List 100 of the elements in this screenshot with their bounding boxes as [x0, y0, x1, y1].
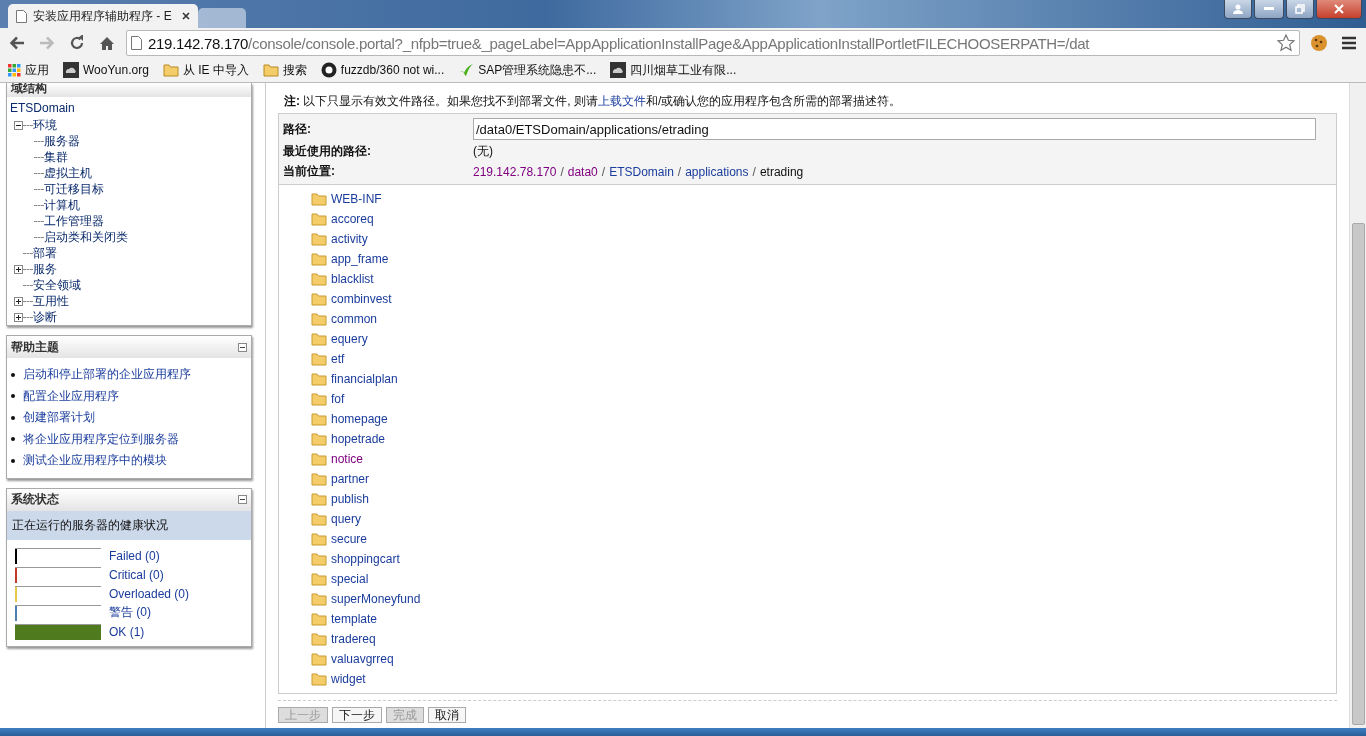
folder-link[interactable]: homepage — [331, 412, 388, 426]
wizard-button[interactable]: 取消 — [428, 707, 466, 723]
folder-link[interactable]: equery — [331, 332, 368, 346]
bookmark[interactable]: fuzzdb/360 not wi... — [320, 62, 445, 78]
status-link[interactable]: OK (1) — [109, 624, 145, 639]
folder-icon — [311, 572, 327, 586]
path-field[interactable]: /data0/ETSDomain/applications/etrading — [473, 118, 1316, 140]
bullet-icon — [11, 437, 15, 442]
status-link[interactable]: Failed (0) — [109, 548, 160, 563]
folder-icon — [162, 63, 179, 77]
folder-icon — [311, 612, 327, 626]
restore-icon — [1295, 4, 1305, 14]
tree-item[interactable]: 诊断 — [33, 308, 57, 326]
status-link[interactable]: Critical (0) — [109, 567, 164, 582]
folder-link[interactable]: publish — [331, 492, 370, 506]
apps-grid-icon — [8, 63, 21, 77]
folder-link[interactable]: common — [331, 312, 377, 326]
folder-link[interactable]: superMoneyfund — [331, 592, 421, 606]
help-link[interactable]: 配置企业应用程序 — [23, 387, 119, 405]
folder-link[interactable]: template — [331, 612, 378, 626]
bookmark[interactable]: 从 IE 中导入 — [162, 61, 249, 79]
help-link[interactable]: 将企业应用程序定位到服务器 — [23, 430, 179, 448]
status-link[interactable]: 警告 (0) — [109, 604, 151, 621]
bookmark[interactable]: 搜索 — [262, 61, 307, 79]
folder-link[interactable]: etf — [331, 352, 345, 366]
maximize-button[interactable] — [1286, 0, 1314, 19]
tree-item[interactable]: 互用性 — [33, 292, 69, 310]
collapse-icon[interactable] — [238, 495, 247, 504]
breadcrumb-link[interactable]: 219.142.78.170 — [473, 164, 557, 179]
folder-link[interactable]: tradereq — [331, 632, 376, 646]
folder-link[interactable]: combinvest — [331, 292, 392, 306]
help-link[interactable]: 启动和停止部署的企业应用程序 — [23, 366, 191, 384]
bookmark[interactable]: 四川烟草工业有限... — [610, 61, 737, 79]
breadcrumb-link[interactable]: applications — [685, 164, 749, 179]
minimize-button[interactable] — [1254, 0, 1284, 19]
status-link[interactable]: Overloaded (0) — [109, 586, 190, 601]
tree-item[interactable]: 集群 — [44, 148, 68, 166]
wizard-button[interactable]: 下一步 — [332, 707, 382, 723]
bookmark[interactable]: WooYun.org — [63, 62, 149, 78]
folder-link[interactable]: notice — [331, 452, 364, 466]
tree-item[interactable]: 环境 — [33, 116, 57, 134]
bookmark[interactable]: 应用 — [8, 61, 49, 79]
help-link[interactable]: 创建部署计划 — [23, 409, 95, 427]
address-field[interactable]: 219.142.78.170/console/console.portal?_nfpb=true&_pageLabel=AppApplicationInstallPage&AppApplicationInstallPortletFILECHOOSERPATH=/dat — [126, 30, 1300, 56]
field-label: 当前位置: — [283, 163, 336, 180]
close-icon[interactable] — [182, 12, 190, 20]
tree-item[interactable]: 服务 — [33, 260, 57, 278]
tree-item[interactable]: 虚拟主机 — [44, 164, 92, 182]
expand-icon[interactable] — [14, 312, 23, 322]
scroll-thumb[interactable] — [1351, 223, 1365, 725]
folder-icon — [311, 672, 327, 686]
browser-tab[interactable]: 安装应用程序辅助程序 - E — [8, 4, 198, 28]
tree-item[interactable]: 部署 — [33, 244, 57, 262]
breadcrumb-separator: / — [601, 164, 606, 179]
folder-icon — [311, 412, 327, 426]
cookie-icon[interactable] — [1308, 34, 1330, 52]
tree-item[interactable]: 启动类和关闭类 — [44, 228, 128, 246]
close-icon — [1334, 4, 1344, 14]
expand-icon[interactable] — [14, 296, 23, 306]
folder-link[interactable]: activity — [331, 232, 368, 246]
folder-icon — [311, 492, 327, 506]
tree-item[interactable]: 计算机 — [44, 196, 80, 214]
folder-link[interactable]: partner — [331, 472, 370, 486]
collapse-icon[interactable] — [14, 120, 23, 130]
bookmark[interactable]: SAP管理系统隐患不... — [458, 61, 597, 79]
folder-link[interactable]: app_frame — [331, 252, 389, 266]
folder-icon — [311, 392, 327, 406]
star-icon[interactable] — [1277, 34, 1295, 52]
breadcrumb-link[interactable]: ETSDomain — [609, 164, 674, 179]
folder-link[interactable]: hopetrade — [331, 432, 386, 446]
upload-link[interactable]: 上载文件 — [598, 94, 646, 108]
tree-item[interactable]: 服务器 — [44, 132, 80, 150]
folder-link[interactable]: special — [331, 572, 369, 586]
folder-link[interactable]: accoreq — [331, 212, 374, 226]
folder-link[interactable]: WEB-INF — [331, 192, 382, 206]
folder-link[interactable]: widget — [331, 672, 366, 686]
cloud-icon — [610, 62, 627, 78]
tree-root[interactable]: ETSDomain — [10, 101, 248, 117]
folder-icon — [311, 252, 327, 266]
collapse-icon[interactable] — [238, 342, 247, 352]
breadcrumb-separator: / — [752, 164, 756, 179]
folder-icon — [311, 312, 327, 326]
tree-item[interactable]: 工作管理器 — [44, 212, 104, 230]
folder-link[interactable]: valuavgrreq — [331, 652, 394, 666]
folder-link[interactable]: query — [331, 512, 362, 526]
breadcrumb-current: etrading — [759, 164, 804, 179]
status-subtitle: 正在运行的服务器的健康状况 — [7, 510, 251, 540]
help-link[interactable]: 测试企业应用程序中的模块 — [23, 452, 167, 470]
expand-icon[interactable] — [14, 264, 23, 274]
close-button[interactable] — [1316, 0, 1362, 19]
folder-link[interactable]: shoppingcart — [331, 552, 400, 566]
tree-item[interactable]: 可迁移目标 — [44, 180, 104, 198]
scrollbar[interactable] — [1349, 83, 1366, 728]
folder-link[interactable]: blacklist — [331, 272, 374, 286]
profile-button[interactable] — [1224, 0, 1252, 19]
breadcrumb-link[interactable]: data0 — [567, 164, 598, 179]
tree-item[interactable]: 安全领域 — [33, 276, 81, 294]
folder-link[interactable]: fof — [331, 392, 345, 406]
folder-link[interactable]: secure — [331, 532, 368, 546]
folder-link[interactable]: financialplan — [331, 372, 398, 386]
